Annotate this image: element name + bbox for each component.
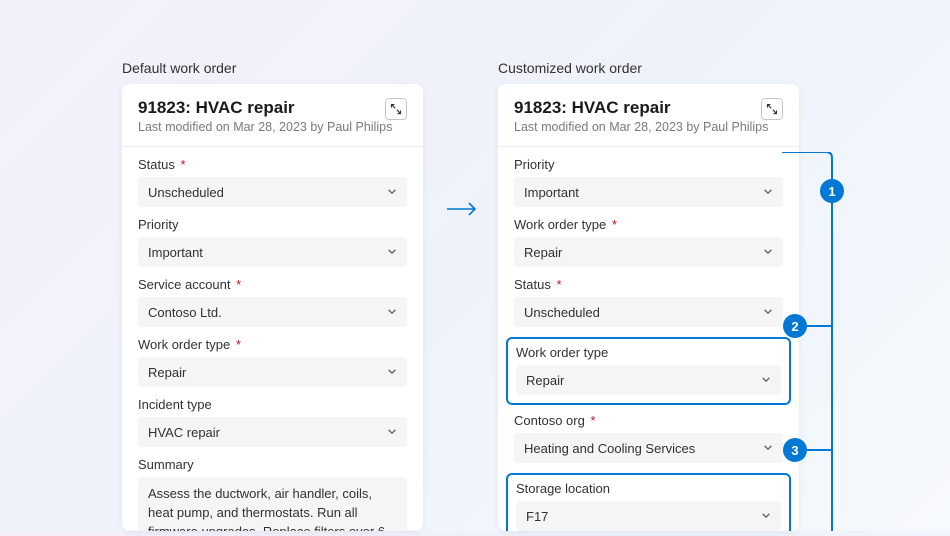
chevron-down-icon <box>763 441 773 456</box>
dropdown-value: HVAC repair <box>148 425 220 440</box>
card-subtitle: Last modified on Mar 28, 2023 by Paul Ph… <box>514 120 783 134</box>
chevron-down-icon <box>761 509 771 524</box>
customized-card: 91823: HVAC repair Last modified on Mar … <box>498 84 799 531</box>
dropdown-value: Important <box>524 185 579 200</box>
card-body: Status * Unscheduled Priority Important … <box>122 147 423 531</box>
priority-dropdown[interactable]: Important <box>514 177 783 207</box>
highlight-storage-location: Storage location F17 <box>506 473 791 531</box>
chevron-down-icon <box>763 185 773 200</box>
field-label: Work order type * <box>514 217 783 232</box>
chevron-down-icon <box>387 425 397 440</box>
card-body: Priority Important Work order type * Rep… <box>498 147 799 531</box>
dropdown-value: Repair <box>524 245 562 260</box>
field-label: Status * <box>514 277 783 292</box>
summary-textarea[interactable]: Assess the ductwork, air handler, coils,… <box>138 477 407 531</box>
service-account-dropdown[interactable]: Contoso Ltd. <box>138 297 407 327</box>
dropdown-value: Unscheduled <box>148 185 224 200</box>
field-label: Service account * <box>138 277 407 292</box>
field-label: Work order type * <box>138 337 407 352</box>
chevron-down-icon <box>387 245 397 260</box>
status-field: Status * Unscheduled <box>138 157 407 207</box>
callout-1: 1 <box>820 179 844 203</box>
incident-type-field: Incident type HVAC repair <box>138 397 407 447</box>
highlight-work-order-type: Work order type Repair <box>506 337 791 405</box>
priority-field: Priority Important <box>138 217 407 267</box>
storage-location-field: Storage location F17 <box>516 481 781 531</box>
customized-label: Customized work order <box>498 60 642 76</box>
incident-type-dropdown[interactable]: HVAC repair <box>138 417 407 447</box>
work-order-type-field: Work order type * Repair <box>138 337 407 387</box>
expand-icon[interactable] <box>761 98 783 120</box>
card-header: 91823: HVAC repair Last modified on Mar … <box>122 84 423 147</box>
dropdown-value: F17 <box>526 509 548 524</box>
field-label: Contoso org * <box>514 413 783 428</box>
field-label: Summary <box>138 457 407 472</box>
dropdown-value: Unscheduled <box>524 305 600 320</box>
card-header: 91823: HVAC repair Last modified on Mar … <box>498 84 799 147</box>
dropdown-value: Repair <box>526 373 564 388</box>
callout-3: 3 <box>783 438 807 462</box>
field-label: Priority <box>138 217 407 232</box>
field-label: Priority <box>514 157 783 172</box>
chevron-down-icon <box>387 185 397 200</box>
dropdown-value: Important <box>148 245 203 260</box>
work-order-type-2-field: Work order type Repair <box>516 345 781 395</box>
field-label: Status * <box>138 157 407 172</box>
service-account-field: Service account * Contoso Ltd. <box>138 277 407 327</box>
field-label: Incident type <box>138 397 407 412</box>
contoso-org-field: Contoso org * Heating and Cooling Servic… <box>514 413 783 463</box>
callout-2: 2 <box>783 314 807 338</box>
chevron-down-icon <box>387 305 397 320</box>
priority-field: Priority Important <box>514 157 783 207</box>
chevron-down-icon <box>763 305 773 320</box>
summary-field: Summary Assess the ductwork, air handler… <box>138 457 407 531</box>
dropdown-value: Heating and Cooling Services <box>524 441 695 456</box>
status-dropdown[interactable]: Unscheduled <box>138 177 407 207</box>
status-dropdown[interactable]: Unscheduled <box>514 297 783 327</box>
priority-dropdown[interactable]: Important <box>138 237 407 267</box>
storage-location-dropdown[interactable]: F17 <box>516 501 781 531</box>
arrow-icon <box>445 200 479 223</box>
card-subtitle: Last modified on Mar 28, 2023 by Paul Ph… <box>138 120 407 134</box>
work-order-type-dropdown[interactable]: Repair <box>138 357 407 387</box>
field-label: Work order type <box>516 345 781 360</box>
card-title: 91823: HVAC repair <box>138 98 407 118</box>
chevron-down-icon <box>761 373 771 388</box>
default-label: Default work order <box>122 60 236 76</box>
dropdown-value: Repair <box>148 365 186 380</box>
contoso-org-dropdown[interactable]: Heating and Cooling Services <box>514 433 783 463</box>
dropdown-value: Contoso Ltd. <box>148 305 222 320</box>
field-label: Storage location <box>516 481 781 496</box>
work-order-type-2-dropdown[interactable]: Repair <box>516 365 781 395</box>
card-title: 91823: HVAC repair <box>514 98 783 118</box>
chevron-down-icon <box>763 245 773 260</box>
work-order-type-dropdown[interactable]: Repair <box>514 237 783 267</box>
expand-icon[interactable] <box>385 98 407 120</box>
chevron-down-icon <box>387 365 397 380</box>
work-order-type-req-field: Work order type * Repair <box>514 217 783 267</box>
status-field: Status * Unscheduled <box>514 277 783 327</box>
default-card: 91823: HVAC repair Last modified on Mar … <box>122 84 423 531</box>
